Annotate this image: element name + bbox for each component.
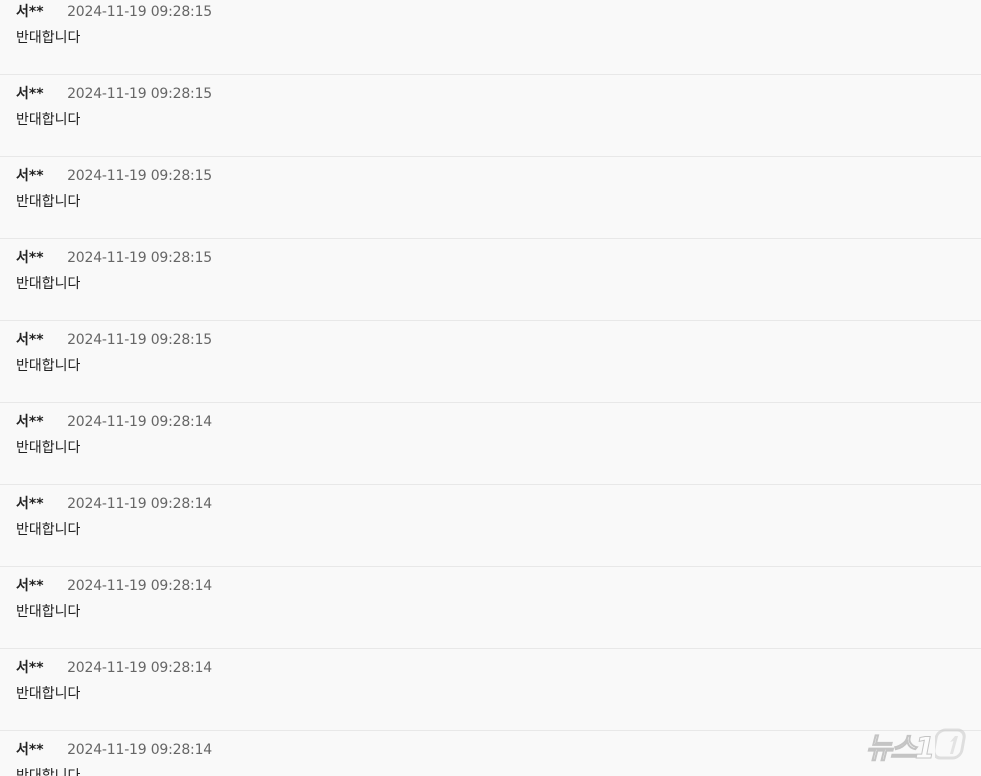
comment-text: 반대합니다 [16,30,81,46]
comment-meta: 서** 2024-11-19 09:28:15 [16,83,981,103]
comment-item: 서** 2024-11-19 09:28:14 반대합니다 [0,485,981,567]
comment-text: 반대합니다 [16,194,81,210]
comment-item: 서** 2024-11-19 09:28:15 반대합니다 [0,75,981,157]
watermark-text: 뉴스1 [865,731,936,766]
comment-author: 서** [16,86,44,102]
comment-item: 서** 2024-11-19 09:28:15 반대합니다 [0,321,981,403]
comment-meta: 서** 2024-11-19 09:28:15 [16,329,981,349]
comment-author: 서** [16,742,44,758]
comment-item: 서** 2024-11-19 09:28:14 반대합니다 [0,731,981,776]
comment-text: 반대합니다 [16,604,81,620]
comment-item: 서** 2024-11-19 09:28:15 반대합니다 [0,0,981,75]
comment-timestamp: 2024-11-19 09:28:14 [67,742,212,758]
comment-item: 서** 2024-11-19 09:28:15 반대합니다 [0,157,981,239]
comment-meta: 서** 2024-11-19 09:28:14 [16,575,981,595]
comment-meta: 서** 2024-11-19 09:28:14 [16,739,981,759]
comment-author: 서** [16,250,44,266]
comment-author: 서** [16,168,44,184]
comment-meta: 서** 2024-11-19 09:28:15 [16,165,981,185]
comment-author: 서** [16,660,44,676]
comment-text: 반대합니다 [16,686,81,702]
comment-author: 서** [16,4,44,20]
comment-text: 반대합니다 [16,768,81,776]
comment-author: 서** [16,578,44,594]
comment-text: 반대합니다 [16,522,81,538]
comment-timestamp: 2024-11-19 09:28:14 [67,496,212,512]
comment-timestamp: 2024-11-19 09:28:15 [67,250,212,266]
news1-logo-icon [932,727,971,765]
comment-author: 서** [16,414,44,430]
comment-item: 서** 2024-11-19 09:28:15 반대합니다 [0,239,981,321]
comment-list: 서** 2024-11-19 09:28:15 반대합니다 서** 2024-1… [0,0,981,776]
comment-timestamp: 2024-11-19 09:28:15 [67,86,212,102]
comment-meta: 서** 2024-11-19 09:28:14 [16,657,981,677]
comment-meta: 서** 2024-11-19 09:28:15 [16,247,981,267]
comment-timestamp: 2024-11-19 09:28:15 [67,168,212,184]
comment-author: 서** [16,332,44,348]
comment-meta: 서** 2024-11-19 09:28:14 [16,493,981,513]
comment-text: 반대합니다 [16,112,81,128]
comment-meta: 서** 2024-11-19 09:28:14 [16,411,981,431]
comment-item: 서** 2024-11-19 09:28:14 반대합니다 [0,649,981,731]
comment-author: 서** [16,496,44,512]
comment-timestamp: 2024-11-19 09:28:15 [67,4,212,20]
comment-page: 서** 2024-11-19 09:28:15 반대합니다 서** 2024-1… [0,0,981,776]
comment-timestamp: 2024-11-19 09:28:14 [67,660,212,676]
comment-text: 반대합니다 [16,276,81,292]
comment-timestamp: 2024-11-19 09:28:14 [67,414,212,430]
comment-text: 반대합니다 [16,358,81,374]
comment-text: 반대합니다 [16,440,81,456]
comment-item: 서** 2024-11-19 09:28:14 반대합니다 [0,567,981,649]
comment-timestamp: 2024-11-19 09:28:15 [67,332,212,348]
news1-watermark: 뉴스1 [865,725,971,767]
comment-item: 서** 2024-11-19 09:28:14 반대합니다 [0,403,981,485]
comment-meta: 서** 2024-11-19 09:28:15 [16,1,981,21]
comment-timestamp: 2024-11-19 09:28:14 [67,578,212,594]
